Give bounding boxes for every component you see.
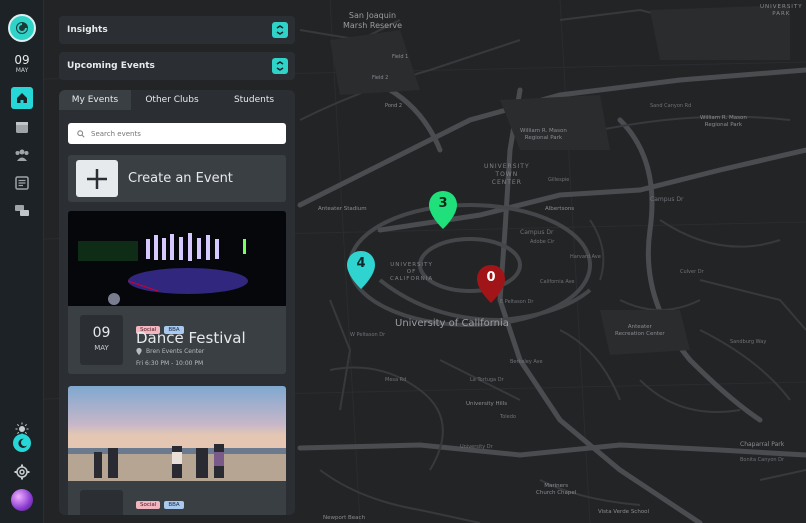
road-campus-dr-1: Campus Dr <box>650 196 684 203</box>
road-toledo: Toledo <box>500 414 516 420</box>
event-title: Dance Festival <box>136 329 246 347</box>
road-campus-dr-2: Campus Dr <box>520 229 554 236</box>
map-pin-red[interactable]: 0 <box>476 264 506 304</box>
map-label-pond-2: Pond 2 <box>385 103 403 109</box>
map-label-field-1: Field 1 <box>392 54 409 60</box>
create-event-label: Create an Event <box>128 171 233 186</box>
event-location-text: Bren Events Center <box>146 348 205 355</box>
accordion-upcoming-label: Upcoming Events <box>67 61 155 71</box>
accordion-insights[interactable]: Insights <box>59 16 295 44</box>
tab-students[interactable]: Students <box>213 90 295 110</box>
accordion-insights-label: Insights <box>67 25 108 35</box>
map-label-university-center: UNIVERSITY TOWN CENTER <box>484 163 530 186</box>
event-month: MAY <box>94 344 109 352</box>
search-icon <box>77 129 85 138</box>
event-card[interactable]: 09 MAY Social BBA Dance Festival Bren Eve… <box>68 211 286 374</box>
road-mesa: Mesa Rd <box>385 377 407 383</box>
road-harvard-ave: Harvard Ave <box>570 254 601 260</box>
moon-icon[interactable] <box>13 434 31 452</box>
map-label-university-hills: University Hills <box>466 401 508 407</box>
tab-label: My Events <box>71 95 119 105</box>
event-image <box>68 211 286 306</box>
users-icon[interactable] <box>11 144 33 166</box>
road-adobe-cir: Adobe Cir <box>530 239 555 245</box>
chat-icon[interactable] <box>11 200 33 222</box>
map-label-mariners: Mariners Church Chapel <box>536 483 577 496</box>
event-card[interactable]: Social BBA <box>68 386 286 515</box>
events-panel: My Events Other Clubs Students Create an… <box>59 90 295 515</box>
map-label-university-park: UNIVERSITY PARK <box>760 4 803 17</box>
tab-other-clubs[interactable]: Other Clubs <box>131 90 213 110</box>
road-gillespie: Gillespie <box>548 177 570 183</box>
event-image <box>68 386 286 481</box>
road-berkeley: Berkeley Ave <box>510 359 543 365</box>
map-label-anteater-rec: Anteater Recreation Center <box>615 324 665 337</box>
event-day: 09 <box>92 325 111 341</box>
home-icon[interactable] <box>11 87 33 109</box>
map-label-newport: Newport Beach <box>323 515 366 521</box>
tab-label: Students <box>233 95 275 105</box>
map-label-field-2: Field 2 <box>372 75 389 81</box>
sidebar-rail: 09 MAY <box>0 0 44 523</box>
search-bar[interactable] <box>68 123 286 144</box>
road-w-peltason: W Peltason Dr <box>350 332 386 338</box>
logo-icon[interactable] <box>8 14 36 42</box>
map-pin-green[interactable]: 3 <box>428 190 458 230</box>
map-pin-cyan[interactable]: 4 <box>346 250 376 290</box>
search-input[interactable] <box>91 129 271 138</box>
gear-icon[interactable] <box>11 461 33 483</box>
map-label-mason-park: William R. Mason Regional Park <box>520 128 567 141</box>
road-culver: Culver Dr <box>680 269 704 275</box>
date-month: MAY <box>15 67 29 74</box>
event-tags: Social BBA <box>136 491 188 510</box>
map-label-chaparral: Chaparral Park <box>740 441 785 448</box>
map-label-albertsons: Albertsons <box>545 206 575 212</box>
road-sand-canyon: Sand Canyon Rd <box>650 103 692 109</box>
event-time: Fri 6:30 PM - 10:00 PM <box>136 360 204 367</box>
event-date-box <box>80 490 123 515</box>
pin-count: 3 <box>438 196 448 211</box>
event-location: Bren Events Center <box>136 348 204 355</box>
accordion-upcoming[interactable]: Upcoming Events <box>59 52 295 80</box>
calendar-icon[interactable] <box>11 116 33 138</box>
map-label-san-joaquin: San Joaquin Marsh Reserve <box>343 11 403 30</box>
pin-count: 0 <box>486 270 496 285</box>
location-pin-icon <box>136 348 142 355</box>
pin-count: 4 <box>356 256 366 271</box>
tab-label: Other Clubs <box>145 95 199 105</box>
road-california-ave: California Ave <box>540 279 575 285</box>
plus-icon <box>76 160 118 197</box>
map-label-university-california: UNIVERSITY OF CALIFORNIA <box>390 262 434 282</box>
road-university-dr: University Dr <box>460 444 493 450</box>
road-sandburg: Sandburg Way <box>730 339 767 345</box>
avatar[interactable] <box>11 489 33 511</box>
map-label-uc: University of California <box>395 318 509 329</box>
tab-my-events[interactable]: My Events <box>59 90 131 110</box>
road-la-tortuga: La Tortuga Dr <box>470 377 504 383</box>
map-label-mason-park-2: William R. Mason Regional Park <box>700 115 747 128</box>
event-date-box: 09 MAY <box>80 315 123 365</box>
news-icon[interactable] <box>11 172 33 194</box>
tag-bba: BBA <box>164 501 184 509</box>
road-bonita-canyon: Bonita Canyon Dr <box>740 457 785 463</box>
map-label-anteater-stadium: Anteater Stadium <box>318 206 367 212</box>
expand-icon[interactable] <box>272 22 288 38</box>
tag-social: Social <box>136 501 161 509</box>
date-day: 09 <box>14 53 30 67</box>
expand-icon[interactable] <box>272 58 288 74</box>
map-label-vista-verde: Vista Verde School <box>598 509 650 515</box>
create-event-button[interactable]: Create an Event <box>68 155 286 202</box>
